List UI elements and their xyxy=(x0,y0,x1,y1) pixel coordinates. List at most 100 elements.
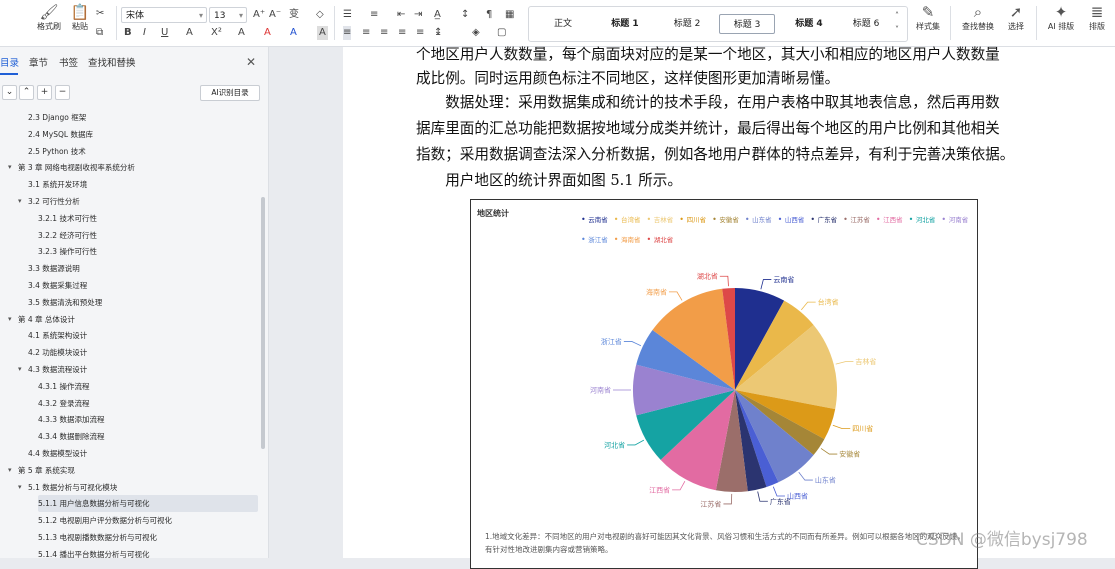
toc-item[interactable]: 4.2 功能模块设计 xyxy=(28,344,87,361)
highlight-color-icon[interactable]: A xyxy=(264,26,271,40)
tab-chapters[interactable]: 章节 xyxy=(29,55,48,69)
toc-item[interactable]: 3.3 数据源说明 xyxy=(28,260,80,277)
font-name-select[interactable]: 宋体 ▾ xyxy=(121,7,207,23)
clear-format-icon[interactable]: ◇ xyxy=(316,8,324,22)
find-replace-button[interactable]: ⌕ 查找替换 xyxy=(958,3,998,32)
style-heading-2[interactable]: 标题 2 xyxy=(657,14,717,34)
toc-scrollbar[interactable] xyxy=(261,197,265,449)
chevron-down-icon[interactable]: ▾ xyxy=(8,311,12,328)
cut-icon[interactable]: ✂ xyxy=(96,7,104,21)
tab-find-replace[interactable]: 查找和替换 xyxy=(88,55,136,69)
toc-item[interactable]: 3.2.3 操作可行性 xyxy=(38,243,97,260)
tab-toc[interactable]: 目录 xyxy=(0,55,19,69)
toc-item[interactable]: 2.4 MySQL 数据库 xyxy=(28,126,93,143)
toc-item[interactable]: 3.2.2 经济可行性 xyxy=(38,227,97,244)
numbered-list-icon[interactable]: ≡ xyxy=(370,8,378,22)
chevron-down-icon[interactable]: ˅ xyxy=(895,23,899,37)
add-heading-button[interactable]: + xyxy=(37,85,52,100)
close-icon[interactable]: ✕ xyxy=(246,55,256,69)
phonetic-icon[interactable]: 变 xyxy=(289,8,299,22)
copy-icon[interactable]: ⧉ xyxy=(96,26,103,40)
distribute-icon[interactable]: ≡ xyxy=(416,26,424,40)
ai-layout-label: AI 排版 xyxy=(1047,22,1075,31)
outdent-icon[interactable]: ⇤ xyxy=(397,8,405,22)
toc-item[interactable]: 3.5 数据清洗和预处理 xyxy=(28,294,102,311)
strikethrough-icon[interactable]: A xyxy=(186,26,193,40)
chevron-up-icon[interactable]: ˄ xyxy=(895,9,899,23)
slice-label-line xyxy=(760,279,772,290)
chinese-layout-icon[interactable]: A̲ xyxy=(434,8,441,22)
italic-icon[interactable]: I xyxy=(143,26,146,40)
align-right-icon[interactable]: ≡ xyxy=(380,26,388,40)
superscript-icon[interactable]: X² xyxy=(211,26,222,40)
slice-label-line xyxy=(800,301,816,311)
align-left-icon[interactable]: ≡ xyxy=(343,26,352,40)
toc-item[interactable]: 2.5 Python 技术 xyxy=(28,143,86,160)
toc-item-label: 5.1.1 用户信息数据分析与可视化 xyxy=(38,499,150,509)
bold-icon[interactable]: B xyxy=(124,26,132,40)
select-button[interactable]: ➚ 选择 xyxy=(996,3,1036,32)
style-heading-6[interactable]: 标题 6 xyxy=(841,14,891,34)
slice-label-line xyxy=(723,493,733,505)
toc-item[interactable]: ▾ 第 3 章 网络电视剧收视率系统分析 xyxy=(8,159,135,176)
toc-item[interactable]: ▾ 第 5 章 系统实现 xyxy=(8,462,75,479)
toc-item-label: 4.3 数据流程设计 xyxy=(28,365,88,374)
line-spacing-icon[interactable]: ↨ xyxy=(434,26,442,40)
collapse-all-button[interactable]: ⌄ xyxy=(2,85,17,100)
toc-item[interactable]: ▾ 第 4 章 总体设计 xyxy=(8,311,75,328)
toc-item[interactable]: ▾ 3.2 可行性分析 xyxy=(18,193,80,210)
ai-toc-button[interactable]: AI识别目录 xyxy=(200,85,260,101)
toc-item[interactable]: 5.1.4 播出平台数据分析与可视化 xyxy=(38,546,149,558)
toc-item[interactable]: 3.2.1 技术可行性 xyxy=(38,210,97,227)
toc-item[interactable]: ▾ 4.3 数据流程设计 xyxy=(18,361,88,378)
remove-heading-button[interactable]: − xyxy=(55,85,70,100)
layout-button[interactable]: ≣ 排版 xyxy=(1077,3,1115,32)
paste-button[interactable]: 📋 粘贴 xyxy=(60,3,100,32)
grow-font-icon[interactable]: A⁺ xyxy=(253,8,265,22)
toc-item[interactable]: 4.4 数据模型设计 xyxy=(28,445,87,462)
toc-item[interactable]: 5.1.3 电视剧播数数据分析与可视化 xyxy=(38,529,157,546)
chevron-down-icon[interactable]: ▾ xyxy=(18,193,22,210)
indent-icon[interactable]: ⇥ xyxy=(414,8,422,22)
sort-icon[interactable]: ↕ xyxy=(461,8,469,22)
style-set-button[interactable]: ✎ 样式集 xyxy=(908,3,948,32)
underline-icon[interactable]: U xyxy=(161,26,168,40)
shading-icon[interactable]: ◈ xyxy=(472,26,480,40)
toc-item-label: 4.3.2 登录流程 xyxy=(38,398,90,408)
show-marks-icon[interactable]: ¶ xyxy=(486,8,492,22)
toc-item[interactable]: 4.3.1 操作流程 xyxy=(38,378,89,395)
table-icon[interactable]: ▦ xyxy=(505,8,514,22)
toc-item[interactable]: ▾ 5.1 数据分析与可视化模块 xyxy=(18,479,117,496)
style-normal[interactable]: 正文 xyxy=(533,14,593,34)
chevron-down-icon[interactable]: ▾ xyxy=(18,361,22,378)
toc-item[interactable]: 3.4 数据采集过程 xyxy=(28,277,87,294)
border-icon[interactable]: ▢ xyxy=(497,26,506,40)
toc-item[interactable]: 4.1 系统架构设计 xyxy=(28,327,87,344)
ai-layout-button[interactable]: ✦ AI 排版 xyxy=(1041,3,1081,32)
chevron-down-icon[interactable]: ▾ xyxy=(18,479,22,496)
style-heading-4[interactable]: 标题 4 xyxy=(779,14,839,34)
chevron-down-icon[interactable]: ▾ xyxy=(8,159,12,176)
toc-item[interactable]: 4.3.3 数据添加流程 xyxy=(38,411,104,428)
toc-item[interactable]: 4.3.2 登录流程 xyxy=(38,395,89,412)
toc-item[interactable]: 5.1.2 电视剧用户评分数据分析与可视化 xyxy=(38,512,172,529)
font-color-icon[interactable]: A xyxy=(290,26,297,40)
font-size-select[interactable]: 13 ▾ xyxy=(209,7,247,23)
toc-item[interactable]: 2.3 Django 框架 xyxy=(28,109,86,126)
shrink-font-icon[interactable]: A⁻ xyxy=(269,8,281,22)
align-center-icon[interactable]: ≡ xyxy=(362,26,370,40)
toc-item[interactable]: 4.3.4 数据删除流程 xyxy=(38,428,104,445)
style-heading-1[interactable]: 标题 1 xyxy=(595,14,655,34)
toc-item[interactable]: 5.1.1 用户信息数据分析与可视化 xyxy=(38,495,258,513)
tab-bookmarks[interactable]: 书签 xyxy=(59,55,78,69)
chevron-down-icon[interactable]: ▾ xyxy=(8,462,12,479)
expand-button[interactable]: ⌃ xyxy=(19,85,34,100)
slice-label-line xyxy=(757,491,768,502)
bullet-list-icon[interactable]: ☰ xyxy=(343,8,352,22)
toc-item[interactable]: 3.1 系统开发环境 xyxy=(28,176,87,193)
slice-label: 吉林省 xyxy=(855,357,876,366)
char-shading-icon[interactable]: A xyxy=(317,26,328,40)
style-heading-3[interactable]: 标题 3 xyxy=(719,14,775,34)
text-effect-icon[interactable]: A xyxy=(238,26,245,40)
justify-icon[interactable]: ≡ xyxy=(398,26,406,40)
